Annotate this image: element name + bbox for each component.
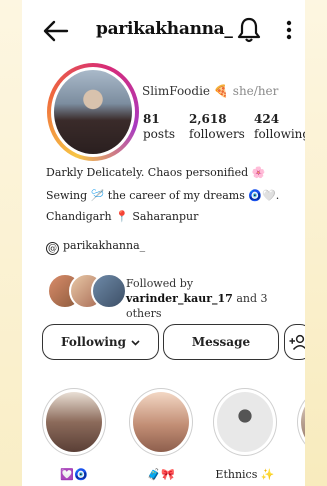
message-label: Message xyxy=(191,335,251,349)
bio-line: Darkly Delicately. Chaos personified 🌸 xyxy=(46,166,266,179)
threads-handle: parikakhanna_ xyxy=(63,239,146,252)
stat-label: following xyxy=(254,127,305,141)
threads-link[interactable]: @ parikakhanna_ xyxy=(46,239,145,255)
notifications-button[interactable] xyxy=(236,16,262,44)
pronouns: she/her xyxy=(232,84,279,98)
chevron-down-icon xyxy=(131,327,140,361)
following-label: Following xyxy=(61,335,126,349)
mutual-username: varinder_kaur_17 xyxy=(126,292,233,305)
mutual-followers-avatars[interactable] xyxy=(47,273,127,309)
avatar xyxy=(54,70,132,154)
following-button[interactable]: Following xyxy=(42,324,159,360)
stat-posts[interactable]: 81 posts xyxy=(143,112,175,142)
profile-username: parikakhanna_ xyxy=(96,19,233,39)
profile-avatar-story-ring[interactable] xyxy=(47,63,139,161)
more-vertical-icon xyxy=(286,20,292,40)
highlight-label: 🧳🎀 xyxy=(147,468,175,481)
display-name: SlimFoodie 🍕 xyxy=(142,84,229,98)
stat-followers[interactable]: 2,618 followers xyxy=(189,112,245,142)
highlight-label: Ethnics ✨ xyxy=(215,468,275,481)
threads-icon: @ xyxy=(46,242,59,255)
suggested-users-button[interactable] xyxy=(284,324,305,360)
stat-value: 424 xyxy=(254,112,280,126)
stat-value: 81 xyxy=(143,112,160,126)
background-right xyxy=(305,0,327,486)
stat-value: 2,618 xyxy=(189,112,227,126)
bell-icon xyxy=(237,17,261,43)
story-highlight[interactable] xyxy=(213,388,277,456)
back-button[interactable] xyxy=(42,18,70,44)
more-options-button[interactable] xyxy=(284,18,294,42)
avatar xyxy=(91,273,127,309)
story-highlight[interactable] xyxy=(297,388,305,456)
stat-following[interactable]: 424 following xyxy=(254,112,305,142)
background-left xyxy=(0,0,22,486)
top-bar: parikakhanna_ xyxy=(22,0,305,60)
profile-screen: parikakhanna_ SlimFoodie 🍕 she/her 81 pos… xyxy=(22,0,305,486)
stat-label: posts xyxy=(143,127,176,141)
arrow-left-icon xyxy=(43,20,69,42)
bio-location: Chandigarh 📍 Saharanpur xyxy=(46,210,199,223)
bio-line: Sewing 🪡 the career of my dreams 🧿🤍. xyxy=(46,189,280,202)
highlight-label: 💟🧿 xyxy=(60,468,88,481)
add-user-icon xyxy=(289,334,305,351)
display-name-line: SlimFoodie 🍕 she/her xyxy=(142,84,278,98)
story-highlight[interactable] xyxy=(129,388,193,456)
followed-by-text[interactable]: Followed by varinder_kaur_17 and 3 other… xyxy=(126,276,296,321)
story-highlight[interactable] xyxy=(42,388,106,456)
stat-label: followers xyxy=(189,127,245,141)
message-button[interactable]: Message xyxy=(163,324,279,360)
